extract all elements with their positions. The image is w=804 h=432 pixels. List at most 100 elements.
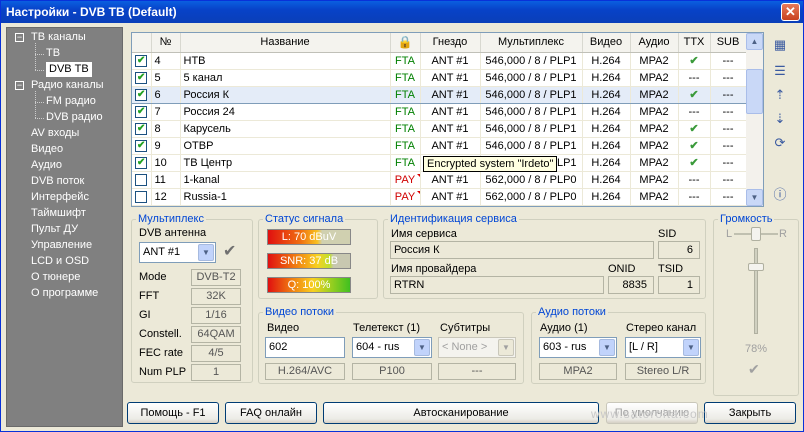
volume-thumb[interactable]	[748, 262, 764, 271]
col-sub[interactable]: SUB	[710, 33, 747, 53]
tree-item-3[interactable]: Радио каналы	[31, 78, 104, 93]
help-button[interactable]: Помощь - F1	[127, 402, 219, 424]
audio-select[interactable]: 603 - rus ▼	[539, 337, 617, 358]
scroll-thumb[interactable]	[746, 69, 763, 114]
teletext-info: P100	[352, 363, 432, 380]
row-checkbox[interactable]: ✔	[135, 122, 148, 135]
channel-name: ОТВР	[180, 137, 391, 155]
encryption-status: FTA	[395, 105, 415, 118]
col-number[interactable]: №	[151, 33, 181, 53]
tree-item-10[interactable]: Интерфейс	[31, 190, 89, 205]
row-checkbox-cell[interactable]: ✔	[132, 137, 152, 155]
teletext-select[interactable]: 604 - rus ▼	[352, 337, 432, 358]
autoscan-button[interactable]: Автосканирование	[323, 402, 599, 424]
col-audio[interactable]: Аудио	[630, 33, 679, 53]
tree-item-7[interactable]: Видео	[31, 142, 63, 157]
table-row[interactable]: 12 Russia-1 PAY ANT #1 562,000 / 8 / PLP0 H.2…	[132, 188, 747, 206]
socket-cell: ANT #1	[420, 103, 481, 121]
info-icon[interactable]: ⓘ	[772, 187, 788, 203]
encryption-status: PAY	[394, 190, 416, 203]
table-row[interactable]: ✔ 4 НТВ FTA ANT #1 546,000 / 8 / PLP1 H.264 MPA…	[132, 52, 747, 70]
tree-item-5[interactable]: DVB радио	[46, 110, 103, 125]
teletext-label: Телетекст (1)	[353, 322, 421, 334]
scroll-down-button[interactable]: ▼	[746, 189, 763, 206]
mux-field-label: Constell.	[139, 328, 182, 340]
tree-item-16[interactable]: О программе	[31, 286, 98, 301]
table-row[interactable]: ✔ 7 Россия 24 FTA ANT #1 546,000 / 8 / PLP1 H.…	[132, 103, 747, 121]
table-row[interactable]: 11 1-kanal PAY ANT #1 562,000 / 8 / PLP0 H.26…	[132, 171, 747, 189]
row-checkbox-cell[interactable]: ✔	[132, 154, 152, 172]
tree-item-6[interactable]: AV входы	[31, 126, 79, 141]
tsid-label: TSID	[658, 263, 684, 275]
row-checkbox-cell[interactable]: ✔	[132, 103, 152, 121]
table-scrollbar[interactable]: ▲ ▼	[746, 33, 763, 206]
col-video[interactable]: Видео	[582, 33, 631, 53]
scroll-up-button[interactable]: ▲	[746, 33, 763, 50]
row-checkbox[interactable]: ✔	[135, 88, 148, 101]
tree-connector	[35, 43, 36, 70]
audio-select-value: 603 - rus	[543, 341, 587, 353]
tree-item-11[interactable]: Таймшифт	[31, 206, 86, 221]
tree-item-12[interactable]: Пульт ДУ	[31, 222, 78, 237]
faq-button[interactable]: FAQ онлайн	[225, 402, 317, 424]
row-checkbox[interactable]: ✔	[135, 71, 148, 84]
mute-check-icon[interactable]: ✔	[748, 361, 760, 378]
col-socket[interactable]: Гнездо	[420, 33, 481, 53]
channel-name: Russia-1	[180, 188, 391, 206]
row-checkbox-cell[interactable]	[132, 171, 152, 189]
audio-cell: MPA2	[630, 52, 679, 70]
channel-name: Россия К	[180, 85, 391, 104]
table-row[interactable]: ✔ 9 ОТВР FTA ANT #1 546,000 / 8 / PLP1 H.264 MP…	[132, 137, 747, 155]
volume-right-label: R	[779, 228, 787, 240]
tree-toggle-icon[interactable]: −	[15, 33, 24, 42]
row-checkbox-cell[interactable]: ✔	[132, 69, 152, 87]
table-row[interactable]: ✔ 6 Россия К FTA ANT #1 546,000 / 8 / PLP1 H.2…	[132, 85, 747, 104]
tree-item-15[interactable]: О тюнере	[31, 270, 80, 285]
columns-icon[interactable]: ▦	[772, 37, 788, 53]
close-window-button[interactable]: ✕	[781, 3, 800, 21]
tree-item-13[interactable]: Управление	[31, 238, 92, 253]
tree-item-8[interactable]: Аудио	[31, 158, 62, 173]
row-checkbox-cell[interactable]: ✔	[132, 85, 152, 104]
row-checkbox-cell[interactable]: ✔	[132, 52, 152, 70]
row-checkbox[interactable]: ✔	[135, 105, 148, 118]
multiplex-cell: 546,000 / 8 / PLP1	[480, 103, 583, 121]
col-check[interactable]	[132, 33, 152, 53]
row-checkbox-cell[interactable]: ✔	[132, 120, 152, 138]
antenna-select[interactable]: ANT #1 ▼	[139, 242, 216, 263]
balance-thumb[interactable]	[751, 227, 761, 241]
row-checkbox[interactable]: ✔	[135, 156, 148, 169]
close-button[interactable]: Закрыть	[704, 402, 796, 424]
tree-item-1[interactable]: ТВ	[46, 46, 60, 61]
tree-item-0[interactable]: ТВ каналы	[31, 30, 86, 45]
tree-item-14[interactable]: LCD и OSD	[31, 254, 89, 269]
list-icon[interactable]: ☰	[772, 63, 788, 79]
volume-track[interactable]	[754, 248, 758, 334]
tree-item-4[interactable]: FM радио	[46, 94, 96, 109]
col-ttx[interactable]: TTX	[678, 33, 711, 53]
col-name[interactable]: Название	[180, 33, 391, 53]
row-checkbox[interactable]: ✔	[135, 139, 148, 152]
col-multiplex[interactable]: Мультиплекс	[480, 33, 583, 53]
row-checkbox[interactable]	[135, 173, 148, 186]
move-up-icon[interactable]: ⇡	[772, 87, 788, 103]
channel-name: Россия 24	[180, 103, 391, 121]
video-pid-input[interactable]: 602	[265, 337, 345, 358]
tree-item-9[interactable]: DVB поток	[31, 174, 84, 189]
settings-window: Настройки - DVB TB (Default) ✕ ТВ каналы…	[0, 0, 804, 432]
checkmark-icon[interactable]: ✔	[223, 241, 236, 261]
table-row[interactable]: ✔ 8 Карусель FTA ANT #1 546,000 / 8 / PLP1 H.2…	[132, 120, 747, 138]
subtitles-select[interactable]: < None > ▼	[438, 337, 516, 358]
stereo-select[interactable]: [L / R] ▼	[625, 337, 701, 358]
settings-tree: ТВ каналы − ТВ DVB ТВ Радио каналы − FM радио D…	[6, 27, 123, 427]
row-checkbox-cell[interactable]	[132, 188, 152, 206]
row-checkbox[interactable]	[135, 190, 148, 203]
table-row[interactable]: ✔ 5 5 канал FTA ANT #1 546,000 / 8 / PLP1 H.26…	[132, 69, 747, 87]
row-checkbox[interactable]: ✔	[135, 54, 148, 67]
video-streams-legend: Видео потоки	[265, 306, 335, 318]
refresh-icon[interactable]: ⟳	[772, 135, 788, 151]
tree-item-2[interactable]: DVB ТВ	[46, 62, 92, 77]
col-encryption[interactable]: 🔒	[390, 33, 421, 53]
move-down-icon[interactable]: ⇣	[772, 111, 788, 127]
tree-toggle-icon[interactable]: −	[15, 81, 24, 90]
